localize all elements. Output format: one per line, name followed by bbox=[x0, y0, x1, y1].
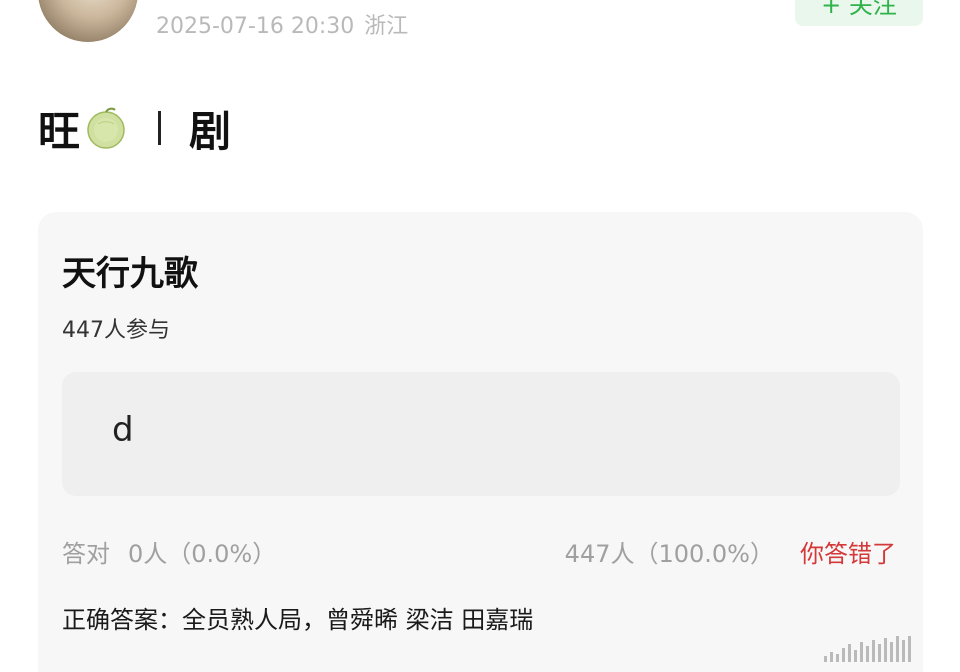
poll-option-text: d bbox=[112, 410, 134, 450]
post-location: 浙江 bbox=[364, 14, 409, 39]
poll-stats: 答对 0人（0.0%） 447人（100.0%） 你答错了 bbox=[62, 534, 900, 574]
correct-answer: 正确答案：全员熟人局，曾舜晞 梁洁 田嘉瑞 bbox=[62, 606, 534, 634]
avatar[interactable] bbox=[38, 0, 138, 42]
post-title-suffix: 剧 bbox=[189, 106, 232, 156]
result-label: 你答错了 bbox=[800, 540, 896, 568]
watermark-bars bbox=[824, 636, 911, 662]
post-timestamp: 2025-07-16 20:30 bbox=[156, 14, 355, 39]
poll-title: 天行九歌 bbox=[62, 254, 198, 294]
follow-button-label: + 关注 bbox=[821, 0, 897, 19]
poll-option[interactable]: d bbox=[62, 372, 900, 496]
chosen-stats: 447人（100.0%） 你答错了 bbox=[565, 534, 896, 569]
correct-count: 0人（0.0%） bbox=[128, 540, 277, 568]
poll-card: 天行九歌 447人参与 d 答对 0人（0.0%） 447人（100.0%） 你答错… bbox=[38, 212, 923, 672]
follow-button[interactable]: + 关注 bbox=[795, 0, 923, 26]
post-title-prefix: 旺 bbox=[38, 106, 81, 156]
melon-icon bbox=[87, 107, 125, 149]
post-meta: 2025-07-16 20:30 浙江 bbox=[156, 8, 408, 40]
correct-stats: 答对 0人（0.0%） bbox=[62, 534, 276, 569]
correct-label: 答对 bbox=[62, 540, 110, 568]
chosen-count: 447人（100.0%） bbox=[564, 540, 774, 568]
post-title: 旺 剧 bbox=[38, 96, 231, 160]
title-divider bbox=[158, 111, 162, 145]
participant-count: 447人参与 bbox=[62, 318, 170, 343]
